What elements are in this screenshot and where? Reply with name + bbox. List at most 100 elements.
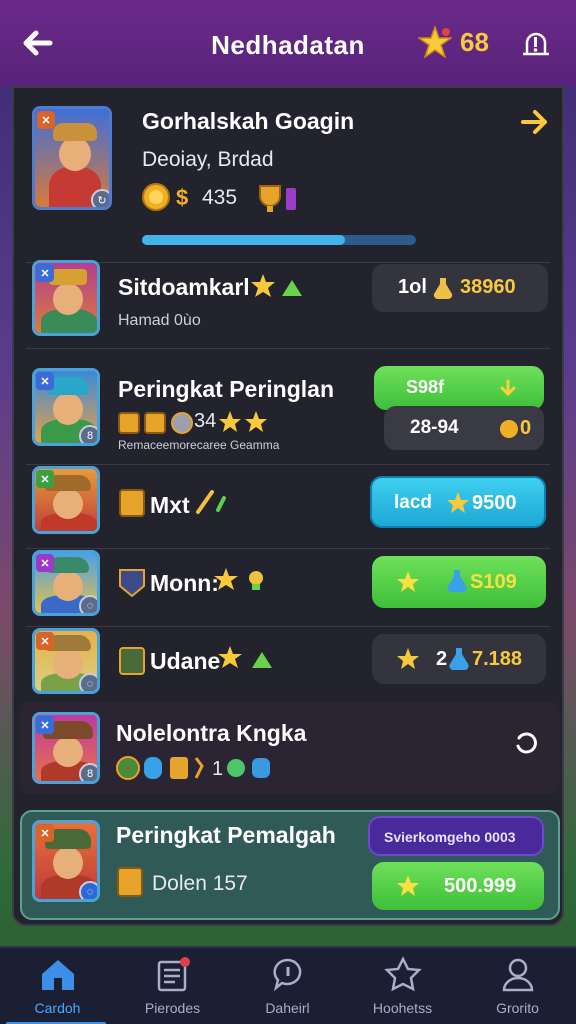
profile-icon [502,958,534,992]
coin-amount: 435 [202,186,238,209]
avatar[interactable]: ✕ 8 [32,368,100,446]
potion-icon [449,648,469,671]
arrow-down-icon [500,379,516,397]
level-badge: ↻ [91,189,109,207]
nav-item-list[interactable]: Pierodes [115,948,230,1024]
star-icon [397,571,419,592]
score-pill[interactable]: 2 7.188 [372,634,546,684]
star-counter: 68 [418,26,489,58]
avatar[interactable]: ✕ ◌ [32,820,100,902]
avatar[interactable]: ✕ 8 [32,712,100,784]
avatar[interactable]: ✕ [32,260,100,336]
score-pill[interactable]: 28-94 0 [384,406,544,450]
avatar[interactable]: ✕ ◌ [32,550,100,616]
nav-item-chat[interactable]: Daheirl [230,948,345,1024]
shield-icon [119,489,145,517]
player-name: Gorhalskah Goagin [142,108,355,134]
nav-item-home[interactable]: Cardoh [0,948,115,1024]
leaderboard-panel: ✕ ↻ Gorhalskah Goagin Deoiay, Brdad $ 43… [12,86,564,926]
reward-pill-left: lacd [394,492,433,513]
score-pill-mid: 2 [436,648,448,670]
level-badge: ◌ [79,673,97,691]
row-name: Peringkat Pemalgah [116,822,336,848]
badge-icon [384,956,422,992]
svg-text:$: $ [176,185,188,210]
reward-pill[interactable]: S109 [372,556,546,608]
row-small-text: Hamad 0ùo [118,312,201,329]
score-pill-right: 38960 [460,276,516,298]
rank-badge: ✕ [36,554,54,572]
row-small-text: Remaceemorecaree Geamma [118,438,280,452]
level-badge: 8 [79,763,97,781]
row-name: Mxt [150,492,190,518]
reward-pill[interactable]: S98f [374,366,544,410]
chat-icon [273,958,302,992]
row-count: 34 [194,410,217,432]
star-count-value: 68 [460,26,489,57]
potion-icon [447,570,467,593]
shield-icon [117,867,143,897]
star-icon [447,492,469,513]
score-pill[interactable]: 1ol 38960 [372,264,548,312]
row-name: Nolelontra Kngka [116,720,307,746]
player-subtitle: Deoiay, Brdad [142,148,274,171]
row-name: Monn: [150,570,219,596]
rank-badge: ✕ [36,264,54,282]
sword-icon [196,490,226,514]
progress-bar [142,235,416,245]
rank-badge: ✕ [37,111,55,129]
list-icon [157,957,190,992]
list-item[interactable] [20,702,560,794]
items-icon [116,756,204,780]
shield-icon [119,569,145,598]
nav-label: Daheirl [265,1000,310,1016]
nav-item-profile[interactable]: Grorito [460,948,575,1024]
star-icon [418,26,452,58]
nav-label: Cardoh [34,1000,81,1016]
page-title: Nedhadatan [211,30,365,60]
reward-pill-right: 9500 [472,492,517,514]
star-icon [218,646,272,668]
coin-icon: $ [142,183,188,211]
potion-icon [433,278,453,300]
score-pill-left: 1ol [398,276,427,298]
stars-icon [219,411,267,432]
reward-pill-right: 500.999 [444,875,517,897]
items-icon [118,412,193,434]
score-pill-right: 7.188 [472,648,523,670]
arrow-right-icon[interactable] [520,108,550,136]
bottom-navigation: Cardoh Pierodes Daheirl Hoohetss Grorito [0,946,576,1024]
gems-icon [227,758,270,778]
rank-pill: Svierkomgeho 0003 [368,816,544,856]
home-icon [42,960,74,990]
nav-label: Hoohetss [372,1000,433,1016]
notification-bell-icon[interactable] [518,28,554,62]
nav-label: Grorito [496,1000,539,1016]
score-pill-right: 0 [520,417,532,439]
reward-pill[interactable]: lacd 9500 [370,476,546,528]
row-subtitle: Dolen 157 [152,872,248,895]
top-bar: Nedhadatan 68 [0,0,576,86]
level-badge: ◌ [79,881,97,899]
row-name: Udane [150,648,221,674]
trophy-icon [259,185,296,212]
score-pill-left: 28-94 [410,417,459,438]
level-badge: ◌ [79,595,97,613]
nav-item-badges[interactable]: Hoohetss [345,948,460,1024]
reward-pill-text: S98f [406,377,445,397]
avatar[interactable]: ✕ ◌ [32,628,100,694]
row-name: Peringkat Peringlan [118,376,335,402]
rank-pill-text: Svierkomgeho 0003 [384,829,516,845]
reward-pill-right: S109 [470,571,517,593]
star-icon [214,568,263,590]
rank-badge: ✕ [36,372,54,390]
reward-pill[interactable]: 500.999 [372,862,544,910]
avatar[interactable]: ✕ ↻ [32,106,112,210]
avatar[interactable]: ✕ [32,466,100,534]
rank-badge: ✕ [36,824,54,842]
nav-label: Pierodes [144,1000,201,1016]
refresh-icon[interactable] [514,732,538,756]
rank-badge: ✕ [36,470,54,488]
star-icon [397,648,419,669]
row-name: Sitdoamkarl [118,274,250,300]
